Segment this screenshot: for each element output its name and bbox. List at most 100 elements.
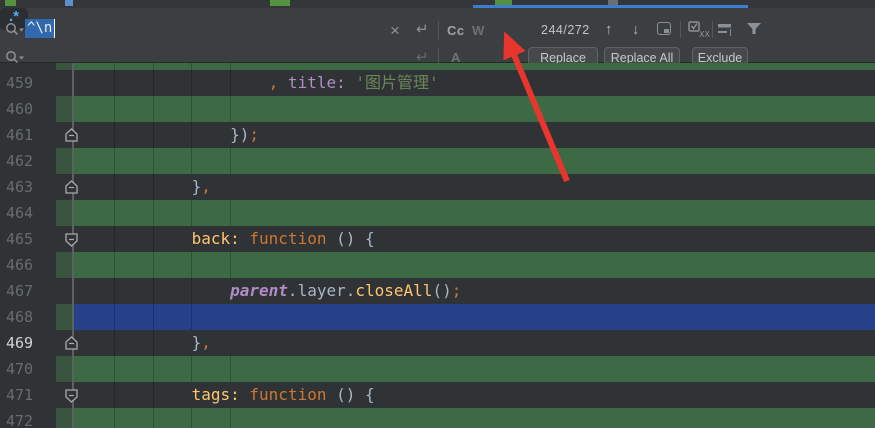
search-match-gutter-stripe	[56, 70, 72, 96]
indent-guide	[153, 408, 154, 428]
line-number: 472	[6, 408, 50, 428]
gutter-separator	[72, 96, 74, 122]
indent-guide	[230, 356, 231, 382]
search-match-gutter-stripe	[56, 252, 72, 278]
indent-guide	[191, 408, 192, 428]
line-number: 464	[6, 200, 50, 226]
editor-tab-bar	[0, 0, 875, 8]
next-occurrence-icon[interactable]: ↓	[632, 22, 640, 37]
search-match-gutter-stripe	[56, 148, 72, 174]
line-number: 462	[6, 148, 50, 174]
indent-guide	[153, 148, 154, 174]
filter-funnel-icon[interactable]	[746, 22, 762, 40]
svg-text:XX: XX	[699, 30, 710, 38]
gutter-separator	[72, 63, 74, 70]
match-case-toggle[interactable]: Cc	[447, 23, 465, 38]
code-line-472[interactable]: 472	[0, 408, 875, 428]
gutter-separator	[72, 304, 74, 330]
code-text: },	[76, 330, 211, 356]
indent-guide	[114, 356, 115, 382]
indent-guide	[230, 148, 231, 174]
indent-guide	[191, 356, 192, 382]
search-match-gutter-stripe	[56, 304, 72, 330]
indent-guide	[191, 63, 192, 70]
code-line-470[interactable]: 470	[0, 356, 875, 382]
search-history-icon[interactable]	[5, 22, 25, 38]
search-match-gutter-stripe	[56, 356, 72, 382]
indent-guide	[191, 252, 192, 278]
code-line-466[interactable]: 466	[0, 252, 875, 278]
file-tab-icon[interactable]	[5, 0, 16, 6]
indent-guide	[153, 304, 154, 330]
indent-guide	[191, 96, 192, 122]
previous-occurrence-icon[interactable]: ↑	[605, 22, 613, 37]
gutter-separator	[72, 200, 74, 226]
divider	[712, 21, 713, 38]
code-text: , title: '图片管理'	[76, 70, 439, 96]
code-line-461[interactable]: 461 });	[0, 122, 875, 148]
match-counter: 244/272	[541, 23, 590, 37]
open-in-find-window-icon[interactable]	[657, 22, 671, 35]
line-number: 468	[6, 304, 50, 330]
search-match-gutter-stripe	[56, 200, 72, 226]
search-match-gutter-stripe	[56, 408, 72, 428]
code-line-469[interactable]: 469 },	[0, 330, 875, 356]
indent-guide	[230, 63, 231, 70]
gutter-separator	[72, 356, 74, 382]
indent-guide	[230, 96, 231, 122]
file-tab-icon[interactable]	[270, 0, 290, 6]
indent-guide	[230, 200, 231, 226]
search-input[interactable]: ^\n	[25, 20, 55, 36]
code-line-464[interactable]: 464	[0, 200, 875, 226]
indent-guide	[153, 356, 154, 382]
indent-guide	[153, 96, 154, 122]
line-number: 471	[6, 382, 50, 408]
indent-guide	[153, 63, 154, 70]
code-line-468[interactable]: 468	[0, 304, 875, 330]
indent-guide	[114, 63, 115, 70]
indent-guide	[114, 304, 115, 330]
code-line-partial[interactable]	[0, 63, 875, 70]
code-text: parent.layer.closeAll();	[76, 278, 461, 304]
filter-lines-icon[interactable]: I	[718, 23, 736, 42]
code-line-463[interactable]: 463 },	[0, 174, 875, 200]
line-number: 469	[6, 330, 50, 356]
insert-newline-icon[interactable]: ↵	[416, 22, 429, 37]
find-replace-panel: ^\n × ↵ Cc W .* 244/272 ↑ ↓ XX I	[0, 8, 875, 63]
search-match-gutter-stripe	[56, 96, 72, 122]
gutter-separator	[72, 408, 74, 428]
line-number: 466	[6, 252, 50, 278]
code-line-460[interactable]: 460	[0, 96, 875, 122]
code-text: tags: function () {	[76, 382, 375, 408]
code-line-471[interactable]: 471 tags: function () {	[0, 382, 875, 408]
svg-text:I: I	[729, 28, 732, 37]
gutter-separator	[72, 278, 74, 304]
indent-guide	[230, 408, 231, 428]
indent-guide	[230, 252, 231, 278]
code-text: back: function () {	[76, 226, 375, 252]
words-toggle[interactable]: W	[472, 23, 485, 38]
code-editor[interactable]: 459 , title: '图片管理'460461 });462463 },46…	[0, 63, 875, 428]
indent-guide	[114, 148, 115, 174]
indent-guide	[191, 304, 192, 330]
select-occurrences-icon[interactable]: XX	[688, 21, 710, 43]
code-line-459[interactable]: 459 , title: '图片管理'	[0, 70, 875, 96]
indent-guide	[153, 252, 154, 278]
indent-guide	[153, 200, 154, 226]
divider	[438, 21, 439, 40]
code-line-462[interactable]: 462	[0, 148, 875, 174]
file-tab-icon[interactable]	[65, 0, 73, 6]
line-number: 470	[6, 356, 50, 382]
code-line-467[interactable]: 467 parent.layer.closeAll();	[0, 278, 875, 304]
indent-guide	[114, 96, 115, 122]
line-number: 460	[6, 96, 50, 122]
search-match-gutter-stripe	[56, 278, 72, 304]
code-text: },	[76, 174, 211, 200]
line-number: 459	[6, 70, 50, 96]
line-number: 461	[6, 122, 50, 148]
code-line-465[interactable]: 465 back: function () {	[0, 226, 875, 252]
indent-guide	[191, 200, 192, 226]
close-icon[interactable]: ×	[390, 22, 400, 39]
gutter-separator	[72, 252, 74, 278]
line-number: 467	[6, 278, 50, 304]
